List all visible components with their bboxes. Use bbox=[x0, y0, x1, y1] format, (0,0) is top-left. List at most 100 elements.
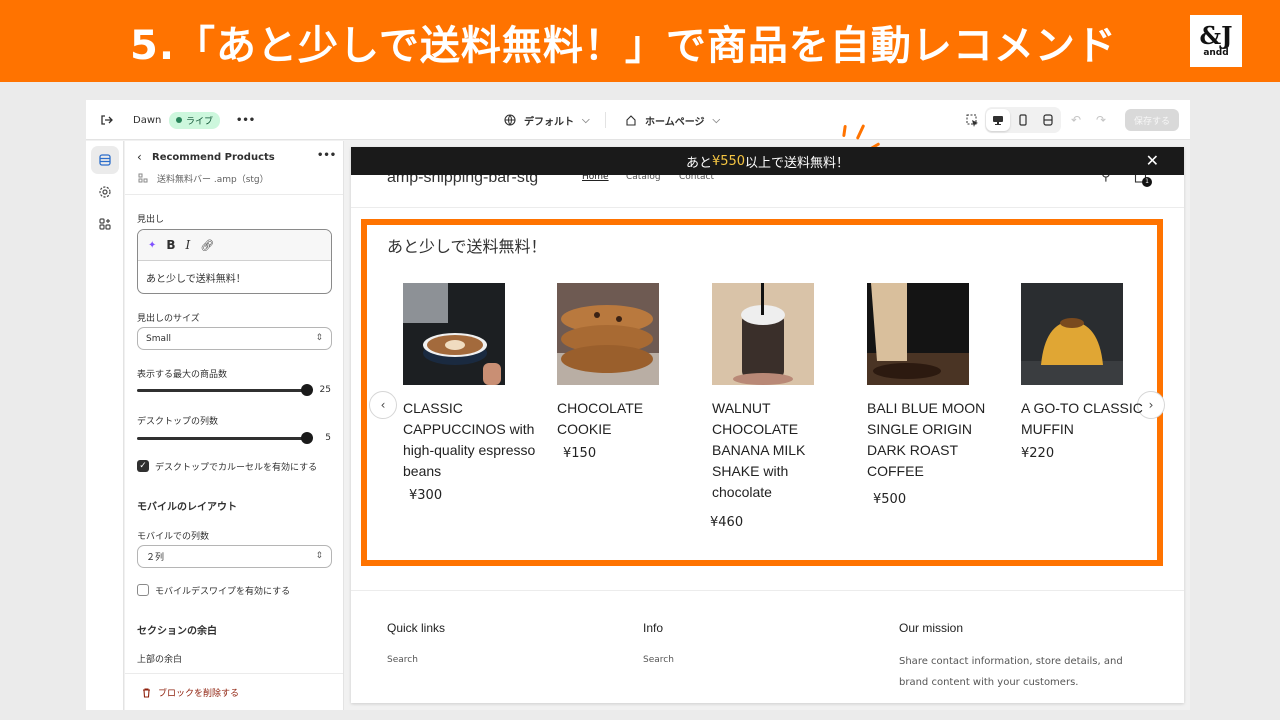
recommend-title: あと少しで送料無料！ bbox=[387, 237, 547, 256]
undo-icon: ↶ bbox=[1071, 113, 1082, 127]
link-icon[interactable]: 🔗︎ bbox=[200, 239, 214, 252]
max-products-slider[interactable] bbox=[137, 384, 313, 396]
sections-tab[interactable] bbox=[91, 146, 119, 174]
chevron-left-icon: ‹ bbox=[380, 398, 386, 412]
trash-icon bbox=[143, 687, 150, 698]
back-icon[interactable]: ‹ bbox=[137, 150, 142, 164]
exit-icon bbox=[101, 115, 113, 125]
shipping-bar-amount: ¥550 bbox=[711, 153, 746, 169]
language-select-label: デフォルト bbox=[524, 116, 574, 128]
section-padding-heading: セクションの余白 bbox=[137, 626, 217, 637]
product-card[interactable]: WALNUT CHOCOLATE BANANA MILK SHAKE with … bbox=[710, 283, 852, 530]
more-actions-button[interactable]: ••• bbox=[236, 100, 255, 140]
carousel-prev-button[interactable]: ‹ bbox=[369, 391, 397, 419]
footer-info-heading: Info bbox=[643, 621, 664, 635]
live-dot-icon bbox=[176, 117, 182, 123]
heading-rich-text-editor: ✦ B I 🔗︎ あと少しで送料無料！ bbox=[137, 229, 332, 294]
block-settings-panel: ‹ Recommend Products ••• 送料無料バー .amp（stg… bbox=[125, 141, 344, 710]
mobile-columns-select[interactable]: ２列 ⇕ bbox=[137, 545, 332, 568]
chevron-down-icon: ⌵ bbox=[712, 114, 721, 126]
product-price: ¥220 bbox=[1021, 446, 1055, 461]
milkshake-image bbox=[712, 283, 814, 385]
mobile-columns-value: ２列 bbox=[146, 553, 165, 563]
theme-name: Dawn bbox=[133, 114, 162, 126]
heading-input[interactable]: あと少しで送料無料！ bbox=[138, 261, 331, 293]
footer-quick-links-heading: Quick links bbox=[387, 621, 446, 635]
divider bbox=[605, 112, 606, 128]
delete-block-button[interactable]: ブロックを削除する bbox=[125, 673, 343, 710]
desktop-columns-slider[interactable] bbox=[137, 432, 313, 444]
fullwidth-icon bbox=[1043, 114, 1053, 126]
logo-text: andd bbox=[1203, 48, 1229, 58]
device-toggle bbox=[985, 107, 1061, 133]
mobile-columns-label: モバイルでの列数 bbox=[137, 532, 210, 542]
shipping-bar-suffix: 以上で送料無料！ bbox=[745, 155, 850, 171]
product-name: WALNUT CHOCOLATE BANANA MILK SHAKE with … bbox=[712, 400, 806, 500]
mobile-view-button[interactable] bbox=[1011, 109, 1035, 131]
product-card[interactable]: A GO-TO CLASSIC MUFFIN ¥220 bbox=[1021, 283, 1161, 461]
cookie-image bbox=[557, 283, 659, 385]
save-button[interactable]: 保存する bbox=[1125, 109, 1179, 131]
title-banner: 5.「あと少しで送料無料！」で商品を自動レコメンド &J andd bbox=[0, 0, 1280, 82]
panel-title: Recommend Products bbox=[152, 152, 275, 163]
apps-tab[interactable] bbox=[91, 210, 119, 238]
footer-mission-heading: Our mission bbox=[899, 621, 964, 635]
footer-quick-links-search[interactable]: Search bbox=[387, 655, 418, 665]
rte-toolbar: ✦ B I 🔗︎ bbox=[138, 230, 331, 261]
logo-mark: &J bbox=[1199, 21, 1233, 50]
coffee-bag-image bbox=[867, 283, 969, 385]
top-padding-label: 上部の余白 bbox=[137, 655, 183, 665]
exit-button[interactable] bbox=[99, 100, 113, 140]
theme-editor: Dawn ライブ ••• デフォルト ⌵ ホームページ ⌵ ↶ ↷ 保存する ‹… bbox=[86, 100, 1190, 710]
globe-icon bbox=[504, 114, 516, 126]
panel-header: ‹ Recommend Products ••• 送料無料バー .amp（stg… bbox=[125, 141, 343, 195]
editor-topbar: Dawn ライブ ••• デフォルト ⌵ ホームページ ⌵ ↶ ↷ 保存する bbox=[86, 100, 1190, 140]
inspector-button[interactable] bbox=[966, 100, 979, 140]
product-card[interactable]: CLASSIC CAPPUCCINOS with high-quality es… bbox=[403, 283, 543, 503]
close-icon[interactable]: ✕ bbox=[1146, 151, 1159, 170]
product-name: BALI BLUE MOON SINGLE ORIGIN DARK ROAST … bbox=[867, 400, 986, 479]
redo-button[interactable]: ↷ bbox=[1096, 100, 1106, 140]
bold-icon[interactable]: B bbox=[166, 238, 175, 252]
ai-sparkle-icon[interactable]: ✦ bbox=[148, 240, 156, 251]
page-select[interactable]: ホームページ ⌵ bbox=[625, 100, 720, 140]
fullscreen-view-button[interactable] bbox=[1036, 109, 1060, 131]
product-card[interactable]: CHOCOLATE COOKIE ¥150 bbox=[557, 283, 697, 461]
gear-icon bbox=[99, 186, 111, 198]
heading-label: 見出し bbox=[137, 215, 165, 225]
status-badge-label: ライブ bbox=[186, 116, 214, 127]
product-card[interactable]: BALI BLUE MOON SINGLE ORIGIN DARK ROAST … bbox=[867, 283, 1007, 507]
muffin-image bbox=[1021, 283, 1123, 385]
theme-settings-tab[interactable] bbox=[91, 178, 119, 206]
footer-mission-text: Share contact information, store details… bbox=[899, 656, 1123, 688]
redo-icon: ↷ bbox=[1096, 113, 1107, 127]
chevron-down-icon: ⌵ bbox=[582, 114, 590, 126]
footer-info-search[interactable]: Search bbox=[643, 655, 674, 665]
home-icon bbox=[626, 115, 636, 126]
select-chevron-icon: ⇕ bbox=[315, 333, 323, 343]
left-rail bbox=[86, 141, 124, 710]
mobile-swipe-label: モバイルデスワイプを有効にする bbox=[155, 587, 291, 597]
product-price: ¥150 bbox=[563, 446, 597, 461]
desktop-carousel-checkbox[interactable]: ✓ bbox=[137, 460, 149, 472]
desktop-view-button[interactable] bbox=[985, 109, 1010, 131]
mobile-icon bbox=[1019, 114, 1027, 126]
delete-block-label: ブロックを削除する bbox=[158, 688, 240, 699]
panel-more-button[interactable]: ••• bbox=[317, 150, 336, 161]
panel-subtitle: 送料無料バー .amp（stg） bbox=[157, 175, 269, 185]
heading-size-value: Small bbox=[146, 333, 171, 344]
banner-title: 5.「あと少しで送料無料！」で商品を自動レコメンド bbox=[130, 23, 1117, 69]
product-name: CLASSIC CAPPUCCINOS with high-quality es… bbox=[403, 400, 536, 479]
product-name: CHOCOLATE COOKIE bbox=[557, 400, 644, 437]
slider-handle[interactable] bbox=[301, 384, 313, 396]
max-products-label: 表示する最大の商品数 bbox=[137, 370, 228, 380]
italic-icon[interactable]: I bbox=[186, 238, 191, 252]
status-badge: ライブ bbox=[169, 100, 221, 140]
undo-button[interactable]: ↶ bbox=[1071, 100, 1081, 140]
mobile-swipe-checkbox[interactable] bbox=[137, 584, 149, 596]
heading-size-select[interactable]: Small ⇕ bbox=[137, 327, 332, 350]
desktop-columns-value: 5 bbox=[325, 433, 331, 443]
desktop-columns-label: デスクトップの列数 bbox=[137, 417, 219, 427]
slider-handle[interactable] bbox=[301, 432, 313, 444]
language-select[interactable]: デフォルト ⌵ bbox=[504, 100, 590, 140]
